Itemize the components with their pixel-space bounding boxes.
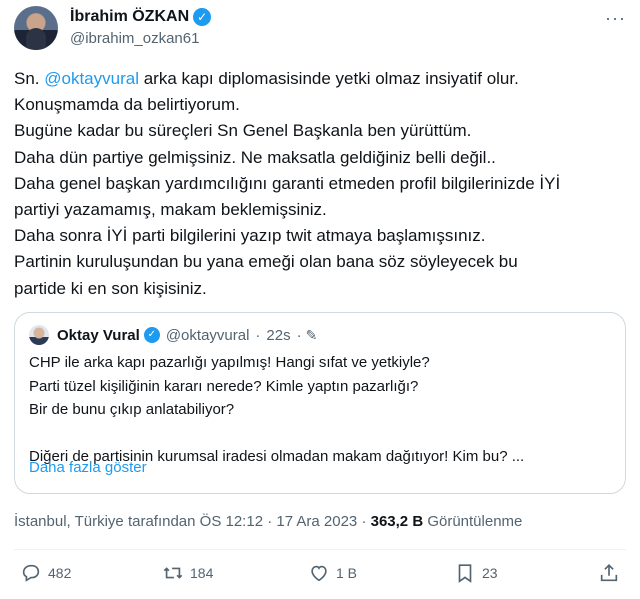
reply-count: 482 [48,565,72,581]
view-count: 363,2 B [370,513,424,530]
author-handle[interactable]: @ibrahim_ozkan61 [70,30,199,47]
tweet-line-1: Sn. @oktayvural arka kapı diplomasisinde… [14,66,626,92]
quote-text: CHP ile arka kapı pazarlığı yapılmış! Ha… [29,351,609,469]
tweet-prefix: Sn. [14,69,45,88]
retweet-count: 184 [190,565,214,581]
more-icon[interactable]: ··· [605,8,626,29]
tweet-line-text: arka kapı diplomasisinde yetki olmaz ins… [139,69,519,88]
reply-button[interactable]: 482 [20,562,71,584]
show-more-link[interactable]: Daha fazla göster [29,459,147,476]
tweet-line: Daha sonra İYİ parti bilgilerini yazıp t… [14,226,486,246]
verified-badge-icon: ✓ [143,327,160,343]
share-button[interactable] [598,562,620,584]
tweet-line: Partinin kuruluşundan bu yana emeği olan… [14,252,518,272]
tweet-line: Daha genel başkan yardımcılığını garanti… [14,173,561,193]
like-count: 1 B [336,565,358,581]
pencil-icon: ✎ [305,326,318,343]
quote-line: CHP ile arka kapı pazarlığı yapılmış! Ha… [29,354,430,371]
like-button[interactable]: 1 B [308,562,357,584]
author-name[interactable]: İbrahim ÖZKAN [70,8,189,26]
tweet-line: partide ki en son kişisiniz. [14,278,207,298]
share-icon [600,564,618,582]
quote-header: Oktay Vural ✓ @oktayvural · 22s · ✎ [29,325,317,345]
quote-author-name: Oktay Vural [57,326,140,344]
author-avatar[interactable] [14,6,58,50]
tweet-text: Sn. @oktayvural arka kapı diplomasisinde… [14,66,626,302]
quote-separator: · [296,326,302,344]
quote-avatar [29,325,49,345]
bookmark-count: 23 [482,565,498,581]
quoted-tweet-card[interactable]: Oktay Vural ✓ @oktayvural · 22s · ✎ CHP … [14,312,626,494]
tweet-header: İbrahim ÖZKAN ✓ @ibrahim_ozkan61 ··· [14,6,626,52]
quote-separator: · [255,326,261,344]
divider [14,549,626,550]
quote-line: Parti tüzel kişiliğinin kararı nerede? K… [29,377,419,395]
tweet-line: Bugüne kadar bu süreçleri Sn Genel Başka… [14,121,472,141]
action-bar: 482 184 1 B 23 [14,562,626,592]
author-name-row: İbrahim ÖZKAN ✓ [70,8,212,26]
verified-badge-icon[interactable]: ✓ [193,8,212,26]
tweet-info: İstanbul, Türkiye tarafından ÖS 12:12 · … [14,513,522,530]
bookmark-icon [458,564,472,583]
quote-handle: @oktayvural [165,326,250,344]
quote-time: 22s [266,326,291,344]
quote-line [29,422,609,446]
mention-link[interactable]: @oktayvural [44,69,139,88]
tweet-location-time[interactable]: İstanbul, Türkiye tarafından ÖS 12:12 · … [14,513,371,530]
quote-line: Bir de bunu çıkıp anlatabiliyor? [29,401,235,418]
views-label: Görüntülenme [423,513,523,530]
tweet-line: Daha dün partiye gelmişsiniz. Ne maksatl… [14,147,496,167]
tweet-line: partiyi yazamamış, makam beklemişsiniz. [14,200,327,220]
tweet-line: Konuşmamda da belirtiyorum. [14,95,240,115]
reply-icon [22,564,40,582]
retweet-icon [163,567,183,579]
retweet-button[interactable]: 184 [162,562,213,584]
like-icon [311,565,327,582]
bookmark-button[interactable]: 23 [454,562,498,584]
